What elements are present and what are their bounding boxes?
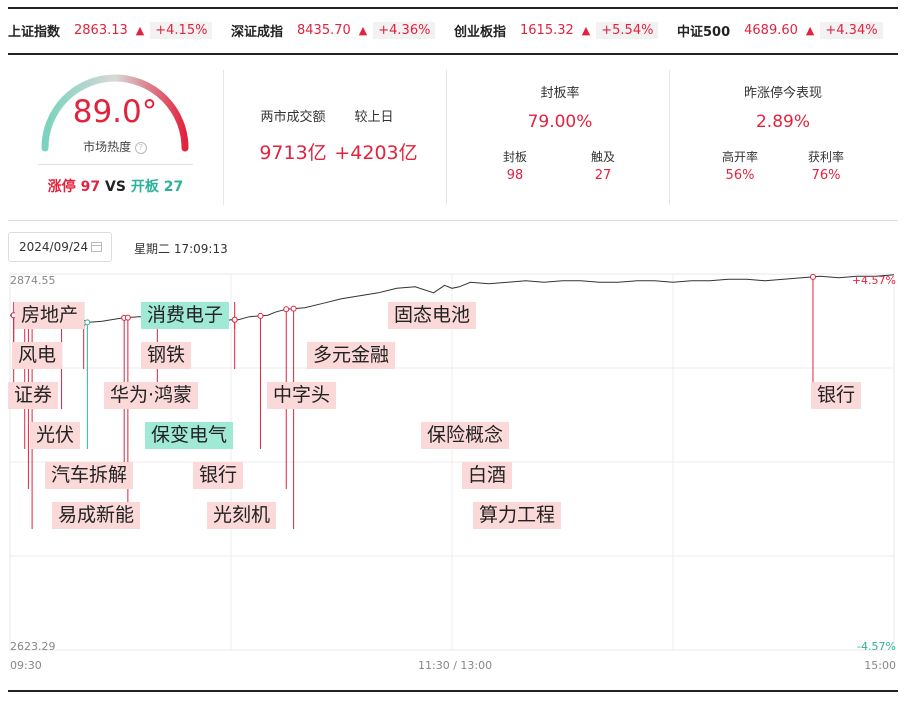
tag-car-dismantle[interactable]: 汽车拆解 xyxy=(45,462,134,489)
bottom-border xyxy=(8,690,898,692)
tag-consumer-electronics[interactable]: 消费电子 xyxy=(141,302,230,329)
limit-up-count: 97 xyxy=(80,179,101,195)
touched-label: 触及 xyxy=(590,150,615,164)
high-open-value: 56% xyxy=(725,168,755,183)
index-sh[interactable]: 上证指数 2863.13 ▲ +4.15% xyxy=(8,20,213,40)
high-open-label: 高开率 xyxy=(721,150,758,164)
limit-row: 涨停 97 VS 开板 27 xyxy=(38,176,193,196)
annotation-marker-11 xyxy=(124,314,131,321)
heat-label: 市场热度 xyxy=(83,140,132,154)
annotation-marker-15 xyxy=(257,312,264,319)
section-divider xyxy=(8,220,898,221)
turnover-diff-label: 较上日 xyxy=(354,110,394,125)
open-count: 27 xyxy=(163,179,184,195)
seal-value: 79.00% xyxy=(527,112,593,132)
stat-separator xyxy=(223,70,224,205)
index-value: 8435.70 xyxy=(297,22,351,38)
date-value: 2024/09/24 xyxy=(19,240,89,254)
stat-separator xyxy=(446,70,447,205)
tag-wind-power[interactable]: 风电 xyxy=(12,342,63,369)
tag-bank-pm[interactable]: 银行 xyxy=(811,382,862,409)
tag-insurance[interactable]: 保险概念 xyxy=(421,422,510,449)
index-change: +5.54% xyxy=(596,21,659,39)
index-zz500[interactable]: 中证500 4689.60 ▲ +4.34% xyxy=(677,20,883,40)
x-label-close: 15:00 xyxy=(864,659,896,672)
index-change: +4.36% xyxy=(373,21,436,39)
open-label: 开板 xyxy=(130,179,159,195)
tag-huawei[interactable]: 华为·鸿蒙 xyxy=(104,382,199,409)
up-arrow-icon: ▲ xyxy=(581,23,591,37)
y-top-value: 2874.55 xyxy=(10,274,56,287)
turnover-value: 9713亿 xyxy=(259,142,327,164)
tag-lithography[interactable]: 光刻机 xyxy=(207,502,277,529)
index-value: 4689.60 xyxy=(744,22,798,38)
sealed-count: 98 xyxy=(506,168,524,183)
heat-label-row: 市场热度 ? xyxy=(38,138,192,155)
turnover-diff: +4203亿 xyxy=(334,142,418,164)
annotation-marker-18 xyxy=(809,273,816,280)
seal-label: 封板率 xyxy=(540,86,580,101)
index-cyb[interactable]: 创业板指 1615.32 ▲ +5.54% xyxy=(454,20,659,40)
tag-computing-power[interactable]: 算力工程 xyxy=(473,502,562,529)
tag-real-estate[interactable]: 房地产 xyxy=(15,302,85,329)
pct-top-value: +4.57% xyxy=(851,274,896,287)
index-change: +4.34% xyxy=(820,21,883,39)
annotation-marker-14 xyxy=(231,316,238,323)
y-bottom-value: 2623.29 xyxy=(10,640,56,653)
x-label-open: 09:30 xyxy=(10,659,42,672)
tag-diversified-finance[interactable]: 多元金融 xyxy=(307,342,396,369)
profit-value: 76% xyxy=(811,168,841,183)
tag-baijiu[interactable]: 白酒 xyxy=(462,462,513,489)
index-name: 上证指数 xyxy=(8,24,61,40)
index-sz[interactable]: 深证成指 8435.70 ▲ +4.36% xyxy=(231,20,436,40)
pct-bottom-value: -4.57% xyxy=(857,640,896,653)
index-name: 创业板指 xyxy=(454,24,507,40)
tag-solid-state-battery[interactable]: 固态电池 xyxy=(388,302,477,329)
annotation-marker-16 xyxy=(283,306,290,313)
x-label-midday: 11:30 / 13:00 xyxy=(418,659,493,672)
up-arrow-icon: ▲ xyxy=(805,23,815,37)
vs-label: VS xyxy=(105,179,126,195)
touched-count: 27 xyxy=(594,168,612,183)
tag-steel[interactable]: 钢铁 xyxy=(141,342,192,369)
tag-photovoltaic[interactable]: 光伏 xyxy=(30,422,81,449)
limit-up-label: 涨停 xyxy=(47,179,76,195)
turnover-label: 两市成交额 xyxy=(260,110,326,125)
tag-securities[interactable]: 证券 xyxy=(8,382,59,409)
index-change: +4.15% xyxy=(150,21,213,39)
tag-yicheng[interactable]: 易成新能 xyxy=(52,502,141,529)
info-icon[interactable]: ? xyxy=(134,141,147,154)
tag-zhongzitou[interactable]: 中字头 xyxy=(267,382,337,409)
index-name: 深证成指 xyxy=(231,24,284,40)
calendar-icon xyxy=(91,242,102,252)
heat-value: 89.0° xyxy=(72,94,158,130)
annotation-marker-17 xyxy=(290,305,297,312)
annotation-marker-9 xyxy=(84,319,91,326)
up-arrow-icon: ▲ xyxy=(358,23,368,37)
tag-baobian[interactable]: 保变电气 xyxy=(145,422,234,449)
ticker-divider xyxy=(8,53,898,55)
weekday-time: 星期二 17:09:13 xyxy=(134,242,228,256)
profit-label: 获利率 xyxy=(807,150,844,164)
yesterday-value: 2.89% xyxy=(755,112,810,132)
date-picker[interactable]: 2024/09/24 xyxy=(8,232,112,262)
up-arrow-icon: ▲ xyxy=(135,23,145,37)
sealed-label: 封板 xyxy=(502,150,527,164)
top-border xyxy=(8,7,898,9)
index-name: 中证500 xyxy=(677,24,731,40)
yesterday-label: 昨涨停今表现 xyxy=(743,86,822,101)
stat-separator xyxy=(669,70,670,205)
gauge-divider xyxy=(38,164,193,165)
index-value: 1615.32 xyxy=(520,22,574,38)
index-value: 2863.13 xyxy=(74,22,128,38)
tag-bank-am[interactable]: 银行 xyxy=(193,462,244,489)
